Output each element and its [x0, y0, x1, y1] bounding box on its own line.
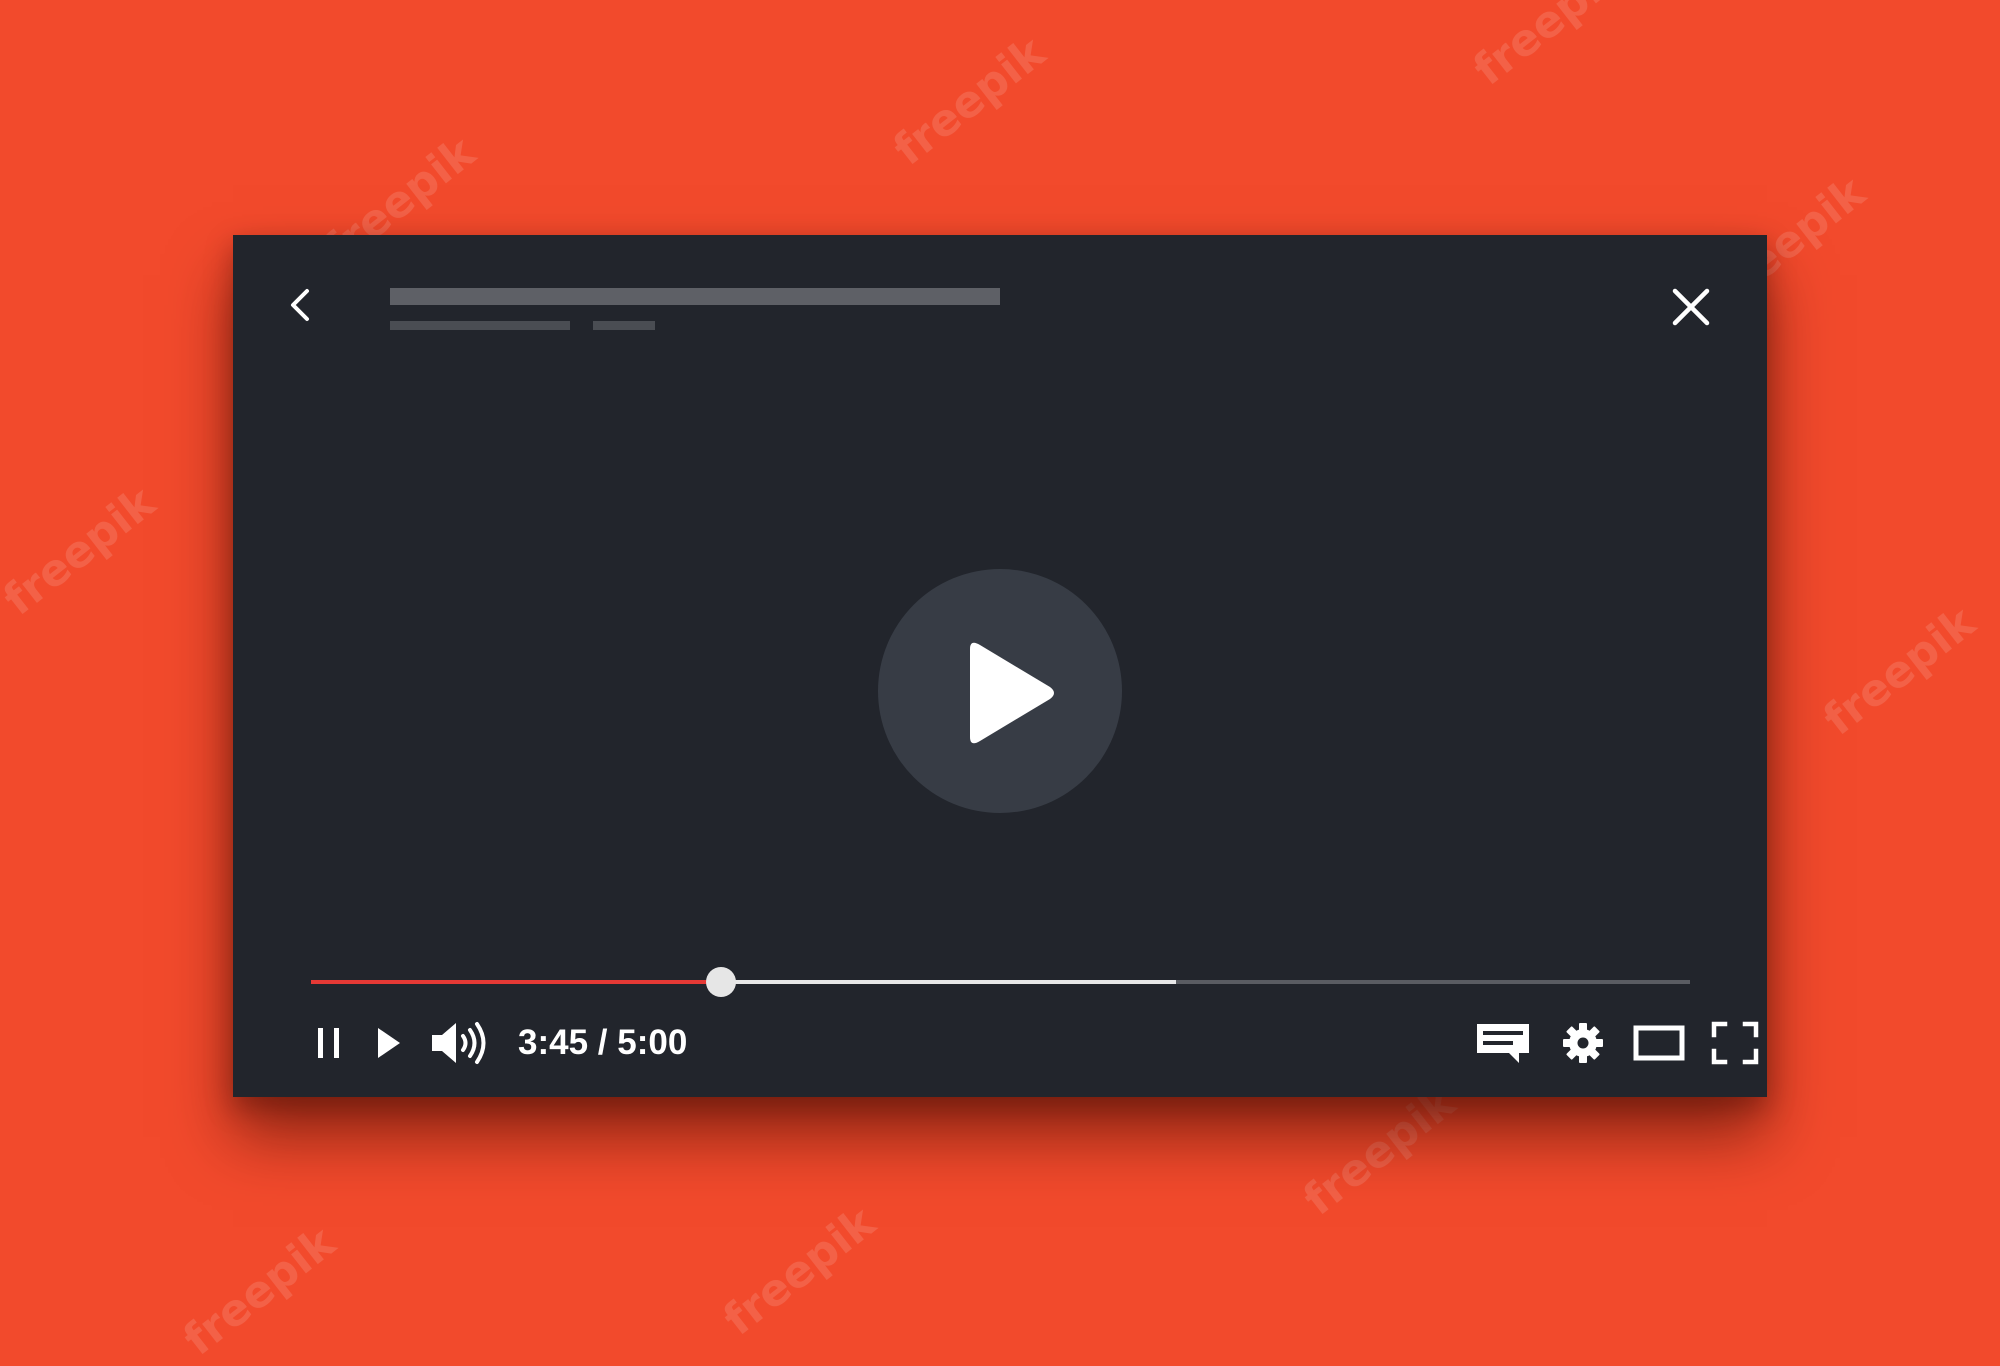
watermark: freepik — [1464, 0, 1635, 96]
view-count-placeholder — [593, 321, 655, 330]
play-icon — [970, 642, 1054, 744]
progress-bar[interactable] — [311, 967, 1690, 997]
current-time: 3:45 — [518, 1023, 589, 1062]
time-separator: / — [597, 1023, 608, 1062]
watermark: freepik — [174, 1216, 345, 1366]
watermark: freepik — [1814, 596, 1985, 746]
fullscreen-button[interactable] — [1709, 1015, 1761, 1071]
captions-icon — [1477, 1024, 1529, 1063]
settings-button[interactable] — [1560, 1015, 1606, 1071]
progress-played — [311, 980, 721, 984]
close-icon — [1672, 288, 1710, 326]
gear-icon — [1563, 1023, 1603, 1063]
volume-button[interactable] — [429, 1015, 495, 1071]
video-player[interactable]: 3:45 / 5:00 — [233, 235, 1767, 1097]
volume-icon — [432, 1022, 486, 1064]
watermark: freepik — [1294, 1076, 1465, 1226]
time-display: 3:45 / 5:00 — [518, 1015, 687, 1071]
theater-mode-button[interactable] — [1631, 1015, 1687, 1071]
back-arrow-icon — [291, 289, 309, 321]
watermark: freepik — [884, 26, 1055, 176]
pause-button[interactable] — [311, 1015, 347, 1071]
center-play-button[interactable] — [878, 569, 1122, 813]
theater-mode-icon — [1633, 1025, 1685, 1061]
scrubber-handle[interactable] — [705, 967, 736, 997]
play-button[interactable] — [371, 1015, 407, 1071]
control-bar: 3:45 / 5:00 — [311, 1015, 1759, 1071]
watermark: freepik — [0, 476, 165, 626]
channel-name-placeholder — [390, 321, 570, 330]
close-button[interactable] — [1669, 285, 1713, 329]
fullscreen-icon — [1711, 1021, 1759, 1065]
captions-button[interactable] — [1474, 1015, 1532, 1071]
play-icon — [378, 1028, 400, 1058]
back-button[interactable] — [281, 285, 321, 325]
video-title-placeholder — [390, 288, 1000, 305]
pause-icon — [318, 1028, 339, 1058]
watermark: freepik — [714, 1196, 885, 1346]
duration: 5:00 — [617, 1023, 688, 1062]
